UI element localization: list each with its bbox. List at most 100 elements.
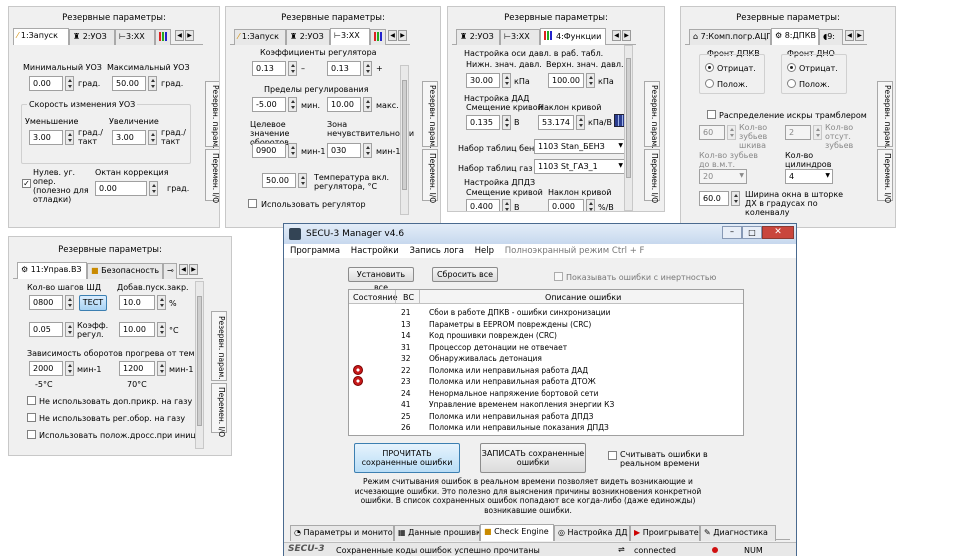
tab-scroll-right[interactable]: ▶ xyxy=(855,30,864,41)
tab-next[interactable]: ⊸ xyxy=(163,263,177,279)
tab-scroll-left[interactable]: ◀ xyxy=(612,30,621,41)
octane-spinner[interactable] xyxy=(149,181,158,196)
coef-spinner[interactable] xyxy=(65,322,74,337)
side-tab-io[interactable]: Перемен. I/O xyxy=(644,149,660,203)
limit-max-spinner[interactable] xyxy=(363,97,372,112)
dno-negative-radio[interactable] xyxy=(787,63,796,72)
tab-params-monitor[interactable]: ◔ Параметры и монитор xyxy=(290,525,394,541)
col-code-header[interactable]: ВС xyxy=(403,293,414,302)
col-state-header[interactable]: Состояние xyxy=(353,293,398,302)
tab-idle[interactable]: ⊢3:ХХ xyxy=(330,28,370,45)
tab-scroll-right[interactable]: ▶ xyxy=(622,30,631,41)
use-regulator-checkbox[interactable] xyxy=(248,199,257,208)
warmup-rpm1-spinner[interactable] xyxy=(65,361,74,376)
pressure-high-spinner[interactable] xyxy=(586,73,595,88)
read-errors-button[interactable]: ПРОЧИТАТЬ сохраненные ошибки xyxy=(354,443,460,473)
add-start-spinner[interactable] xyxy=(157,295,166,310)
side-tab-io[interactable]: Перемен. I/O xyxy=(205,149,219,203)
tps-slope-spinner[interactable] xyxy=(586,199,595,211)
tab-valve[interactable]: ⚙ 11:Управ.ВЗ xyxy=(17,262,87,279)
limit-max-input[interactable]: 10.00 xyxy=(327,97,361,112)
table-row[interactable]: 14 Код прошивки поврежден (CRC) xyxy=(349,330,743,342)
inc-input[interactable]: 3.00 xyxy=(112,130,146,145)
tps-slope-input[interactable]: 0.000 xyxy=(548,199,584,211)
tab-scroll-right[interactable]: ▶ xyxy=(398,30,407,41)
tab-sensor-setup[interactable]: ◎ Настройка ДД xyxy=(554,525,630,541)
tab-scroll-left[interactable]: ◀ xyxy=(175,30,184,41)
coef-plus-input[interactable]: 0.13 xyxy=(327,61,361,76)
side-tab-reserve[interactable]: Резервн. парам. xyxy=(877,81,893,149)
teeth-spinner[interactable] xyxy=(727,125,736,140)
coef-minus-spinner[interactable] xyxy=(288,61,297,76)
tab-adc[interactable]: ⌂ 7:Комп.погр.АЦП xyxy=(689,29,771,45)
set-all-button[interactable]: Установить все xyxy=(348,267,414,292)
dno-positive-radio[interactable] xyxy=(787,79,796,88)
inertia-checkbox[interactable] xyxy=(554,272,563,281)
tps-offset-spinner[interactable] xyxy=(502,199,511,211)
realtime-checkbox[interactable] xyxy=(608,451,617,460)
tab-scroll-left[interactable]: ◀ xyxy=(388,30,397,41)
pressure-low-spinner[interactable] xyxy=(502,73,511,88)
reset-all-button[interactable]: Сбросить все xyxy=(432,267,498,282)
side-tab-reserve[interactable]: Резервн. парам. xyxy=(422,81,438,149)
minimize-button[interactable]: – xyxy=(722,226,742,239)
distributor-checkbox[interactable] xyxy=(707,110,716,119)
use-throttle-init-checkbox[interactable] xyxy=(27,430,36,439)
pressure-high-input[interactable]: 100.00 xyxy=(548,73,584,88)
tps-offset-input[interactable]: 0.400 xyxy=(466,199,500,211)
menu-fullscreen[interactable]: Полноэкранный режим Ctrl + F xyxy=(505,246,645,256)
octane-input[interactable]: 0.00 xyxy=(95,181,147,196)
dec-input[interactable]: 3.00 xyxy=(29,130,63,145)
coef-temp-input[interactable]: 10.00 xyxy=(119,322,155,337)
tab-uoz[interactable]: ♜ 2:УОЗ xyxy=(456,29,500,45)
panel-scrollbar[interactable] xyxy=(624,45,633,211)
map-offset-input[interactable]: 0.135 xyxy=(466,115,500,130)
side-tab-reserve[interactable]: Резервн. парам. xyxy=(211,311,227,381)
tab-startup[interactable]: ⁄ 1:Запуск xyxy=(234,29,286,45)
ckps-negative-radio[interactable] xyxy=(705,63,714,72)
table-row[interactable]: 24 Ненормальное напряжение бортовой сети xyxy=(349,388,743,400)
tab-scroll-right[interactable]: ▶ xyxy=(185,30,194,41)
teeth-input[interactable]: 60 xyxy=(699,125,725,140)
steps-spinner[interactable] xyxy=(65,295,74,310)
min-uoz-spinner[interactable] xyxy=(65,76,74,91)
map-offset-spinner[interactable] xyxy=(502,115,511,130)
col-desc-header[interactable]: Описание ошибки xyxy=(545,293,621,302)
test-button[interactable]: ТЕСТ xyxy=(79,295,107,311)
tab-9[interactable]: ◖9: xyxy=(819,29,843,45)
table-row[interactable]: 31 Процессор детонации не отвечает xyxy=(349,342,743,354)
close-button[interactable]: ✕ xyxy=(762,226,794,239)
temp-on-input[interactable]: 50.00 xyxy=(262,173,296,188)
zero-angle-checkbox[interactable]: ✓ xyxy=(22,179,31,188)
coef-temp-spinner[interactable] xyxy=(157,322,166,337)
menu-log[interactable]: Запись лога xyxy=(410,246,464,256)
side-tab-io[interactable]: Перемен. I/O xyxy=(877,149,893,203)
tab-ckps[interactable]: ⚙ 8:ДПКВ xyxy=(771,28,819,45)
table-row[interactable]: 13 Параметры в EEPROM повреждены (CRC) xyxy=(349,319,743,331)
deadzone-spinner[interactable] xyxy=(363,143,372,158)
side-tab-io[interactable]: Перемен. I/O xyxy=(422,149,438,203)
petrol-tables-select[interactable]: 1103 Stan_БЕНЗ xyxy=(534,139,626,154)
table-row[interactable]: 25 Поломка или неправильная работа ДПДЗ xyxy=(349,411,743,423)
missing-teeth-input[interactable]: 2 xyxy=(785,125,811,140)
tab-security[interactable]: ■ Безопасность xyxy=(87,263,163,279)
limit-min-input[interactable]: -5.00 xyxy=(252,97,286,112)
gas-tables-select[interactable]: 1103 St_ГАЗ_1 xyxy=(534,159,626,174)
tab-idle[interactable]: ⊢3:ХХ xyxy=(115,29,155,45)
coef-minus-input[interactable]: 0.13 xyxy=(252,61,286,76)
table-row[interactable]: 21 Сбои в работе ДПКВ - ошибки синхрониза… xyxy=(349,307,743,319)
tab-scroll-right[interactable]: ▶ xyxy=(189,264,198,275)
tab-firmware-data[interactable]: ▦ Данные прошивки xyxy=(394,525,480,541)
add-start-input[interactable]: 10.0 xyxy=(119,295,155,310)
tab-uoz[interactable]: ♜ 2:УОЗ xyxy=(286,29,330,45)
limit-min-spinner[interactable] xyxy=(288,97,297,112)
pressure-low-input[interactable]: 30.00 xyxy=(466,73,500,88)
panel-scrollbar[interactable] xyxy=(195,281,204,449)
max-uoz-spinner[interactable] xyxy=(148,76,157,91)
menu-settings[interactable]: Настройки xyxy=(351,246,399,256)
table-row[interactable]: 23 Поломка или неправильная работа ДТОЖ xyxy=(349,376,743,388)
deadzone-input[interactable]: 030 xyxy=(327,143,361,158)
tab-scroll-left[interactable]: ◀ xyxy=(845,30,854,41)
table-row[interactable]: 26 Поломка или неправильные показания ДПД… xyxy=(349,422,743,434)
tab-uoz[interactable]: ♜ 2:УОЗ xyxy=(69,29,115,45)
